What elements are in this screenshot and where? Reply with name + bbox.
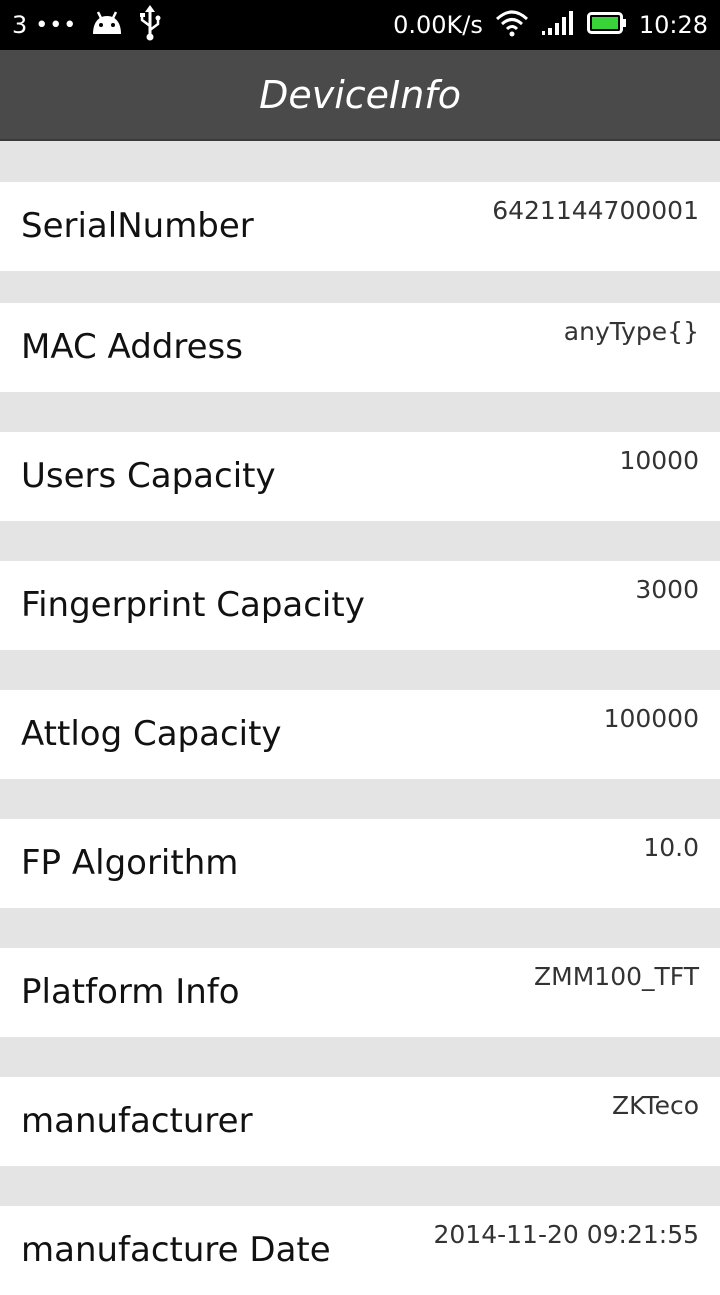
list-item-value: 10000 bbox=[619, 446, 699, 475]
sim-number: 3 bbox=[12, 11, 28, 39]
list-item-label: Fingerprint Capacity bbox=[21, 585, 365, 625]
page-title: DeviceInfo bbox=[259, 72, 461, 117]
list-item-platform-info: Platform Info ZMM100_TFT bbox=[0, 948, 720, 1037]
list-item-fingerprint-capacity: Fingerprint Capacity 3000 bbox=[0, 561, 720, 650]
list-item-users-capacity: Users Capacity 10000 bbox=[0, 432, 720, 521]
list-item-label: manufacturer bbox=[21, 1101, 253, 1141]
status-bar-left: 3 ••• bbox=[12, 0, 163, 50]
more-notifications-icon: ••• bbox=[35, 12, 78, 38]
list-item-label: Users Capacity bbox=[21, 456, 276, 496]
list-item-label: FP Algorithm bbox=[21, 843, 239, 883]
android-icon bbox=[89, 8, 125, 42]
list-item-label: Attlog Capacity bbox=[21, 714, 282, 754]
list-item-value: 3000 bbox=[635, 575, 699, 604]
list-item-manufacture-date: manufacture Date 2014-11-20 09:21:55 bbox=[0, 1206, 720, 1295]
network-speed: 0.00K/s bbox=[393, 11, 483, 39]
status-bar: 3 ••• 0.00K/s 10:28 bbox=[0, 0, 720, 50]
wifi-icon bbox=[495, 9, 529, 41]
signal-icon bbox=[541, 9, 575, 41]
list-item-value: ZKTeco bbox=[611, 1091, 699, 1120]
list-item-label: MAC Address bbox=[21, 327, 243, 367]
list-item-value: 10.0 bbox=[643, 833, 699, 862]
list-item-value: anyType{} bbox=[563, 317, 699, 346]
list-item-value: 100000 bbox=[603, 704, 699, 733]
list-item-attlog-capacity: Attlog Capacity 100000 bbox=[0, 690, 720, 779]
battery-icon bbox=[586, 11, 627, 39]
list-item-manufacturer: manufacturer ZKTeco bbox=[0, 1077, 720, 1166]
status-bar-right: 0.00K/s 10:28 bbox=[393, 0, 708, 50]
list-item-value: 2014-11-20 09:21:55 bbox=[433, 1220, 699, 1249]
list-item-label: manufacture Date bbox=[21, 1230, 331, 1270]
list-item-value: ZMM100_TFT bbox=[534, 962, 699, 991]
list-item-value: 6421144700001 bbox=[492, 196, 699, 225]
clock: 10:28 bbox=[638, 11, 708, 39]
list-item-serial-number: SerialNumber 6421144700001 bbox=[0, 182, 720, 271]
usb-icon bbox=[137, 4, 163, 46]
list-item-fp-algorithm: FP Algorithm 10.0 bbox=[0, 819, 720, 908]
list-item-label: SerialNumber bbox=[21, 206, 254, 246]
list-item-mac-address: MAC Address anyType{} bbox=[0, 303, 720, 392]
action-bar: DeviceInfo bbox=[0, 50, 720, 141]
list-item-label: Platform Info bbox=[21, 972, 240, 1012]
